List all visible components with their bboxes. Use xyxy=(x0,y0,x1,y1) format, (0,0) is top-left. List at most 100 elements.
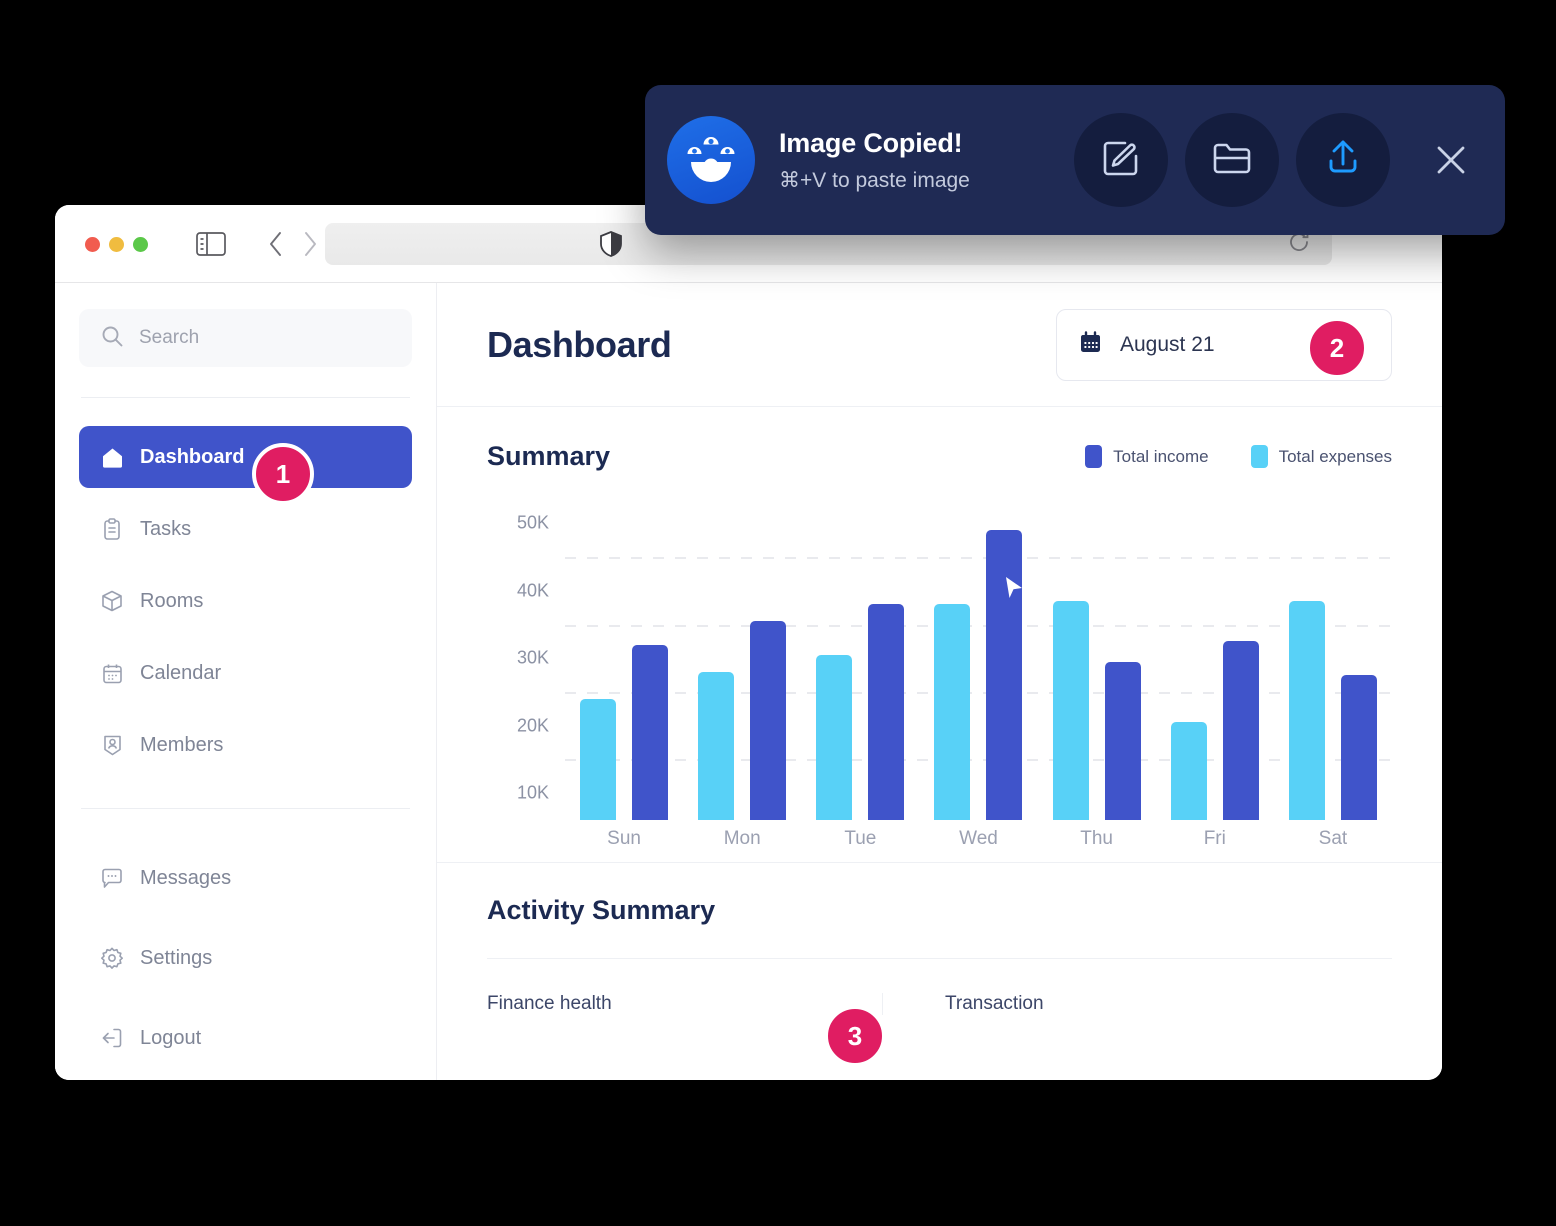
summary-title: Summary xyxy=(487,441,611,471)
y-axis-tick: 40K xyxy=(516,580,549,601)
calendar-icon xyxy=(101,662,123,684)
annotate-button[interactable] xyxy=(1074,113,1168,207)
window-traffic-lights xyxy=(85,236,148,252)
bar-income[interactable] xyxy=(750,621,787,820)
chart-x-axis: Sun Mon Tue Wed Thu Fri Sat xyxy=(565,828,1392,850)
folder-icon xyxy=(1212,140,1252,181)
search-input[interactable] xyxy=(139,327,390,349)
chevron-right-icon[interactable] xyxy=(303,231,318,257)
sidebar-item-members[interactable]: Members xyxy=(79,714,412,776)
bar-expenses[interactable] xyxy=(934,604,971,820)
bar-expenses[interactable] xyxy=(1170,722,1207,820)
y-axis-tick: 20K xyxy=(516,715,549,736)
main-content: Dashboard August 21 Summary Total income… xyxy=(437,283,1442,1080)
logout-icon xyxy=(101,1027,123,1049)
bar-expenses[interactable] xyxy=(698,671,735,820)
sidebar-toggle-icon[interactable] xyxy=(196,232,226,256)
x-axis-tick: Thu xyxy=(1080,828,1113,849)
bar-income[interactable] xyxy=(1104,661,1141,820)
sidebar-item-messages[interactable]: Messages xyxy=(79,847,412,909)
bar-chart: 10K 20K 30K 40K 50K Sun Mon Tue Wed Thu Fri Sat xyxy=(487,510,1392,862)
bar-expenses[interactable] xyxy=(1052,600,1089,820)
x-axis-tick: Mon xyxy=(723,828,761,849)
sidebar-item-label: Dashboard xyxy=(140,445,245,468)
close-icon[interactable] xyxy=(1431,140,1471,180)
bar-income[interactable] xyxy=(632,644,669,820)
bar-group xyxy=(1170,641,1259,820)
sidebar-item-settings[interactable]: Settings xyxy=(79,927,412,989)
sidebar-divider-bottom xyxy=(81,808,410,809)
sidebar-item-calendar[interactable]: Calendar xyxy=(79,642,412,704)
sidebar-item-label: Calendar xyxy=(140,661,222,684)
bar-expenses[interactable] xyxy=(816,654,853,820)
cube-icon xyxy=(101,590,123,612)
shield-icon[interactable] xyxy=(600,231,622,257)
sidebar: Dashboard Tasks xyxy=(55,283,437,1080)
legend-item-income[interactable]: Total income xyxy=(1085,445,1209,468)
chevron-left-icon[interactable] xyxy=(268,231,283,257)
chat-bubble-icon xyxy=(101,867,123,889)
step-badge-1[interactable]: 1 xyxy=(252,443,314,505)
screenshot-root: Dashboard Tasks xyxy=(0,0,1556,1226)
upload-arrow-icon xyxy=(1323,138,1363,183)
legend-item-expenses[interactable]: Total expenses xyxy=(1250,445,1392,468)
x-axis-tick: Tue xyxy=(844,828,877,849)
app-body: Dashboard Tasks xyxy=(55,283,1442,1080)
calendar-icon xyxy=(1079,330,1102,359)
search-box[interactable] xyxy=(79,309,412,367)
sidebar-primary-nav: Dashboard Tasks Rooms Calendar Members xyxy=(79,426,412,776)
toast-actions xyxy=(1074,113,1471,207)
bar-group xyxy=(934,530,1023,820)
toast-title: Image Copied! xyxy=(779,127,963,158)
sidebar-item-rooms[interactable]: Rooms xyxy=(79,570,412,632)
chart-y-axis: 10K 20K 30K 40K 50K xyxy=(487,510,549,820)
browser-nav-arrows xyxy=(268,231,318,257)
date-picker-label: August 21 xyxy=(1120,332,1215,356)
x-axis-tick: Sat xyxy=(1318,828,1348,849)
image-copied-toast: Image Copied! ⌘+V to paste image xyxy=(645,85,1505,235)
toast-text: Image Copied! ⌘+V to paste image xyxy=(779,128,1074,193)
activity-columns: Finance health Transaction xyxy=(487,959,1392,1015)
pencil-square-icon xyxy=(1101,138,1141,183)
save-to-folder-button[interactable] xyxy=(1185,113,1279,207)
bar-income[interactable] xyxy=(986,530,1023,820)
bar-income[interactable] xyxy=(1340,675,1377,820)
sidebar-divider-top xyxy=(81,397,410,398)
step-badge-2[interactable]: 2 xyxy=(1306,317,1368,379)
bar-income[interactable] xyxy=(1222,641,1259,820)
sidebar-item-dashboard[interactable]: Dashboard xyxy=(79,426,412,488)
summary-header: Summary Total income Total expenses xyxy=(487,441,1392,472)
bar-group xyxy=(816,604,905,820)
search-icon xyxy=(101,325,123,352)
y-axis-tick: 50K xyxy=(516,512,549,533)
x-axis-tick: Fri xyxy=(1203,828,1226,849)
sidebar-item-label: Rooms xyxy=(140,589,204,612)
bar-income[interactable] xyxy=(868,604,905,820)
member-badge-icon xyxy=(101,734,123,756)
page-title: Dashboard xyxy=(487,323,672,365)
activity-summary-card: Activity Summary Finance health Transact… xyxy=(437,863,1442,1015)
legend-swatch-expenses xyxy=(1250,445,1268,468)
sidebar-item-tasks[interactable]: Tasks xyxy=(79,498,412,560)
close-window-button[interactable] xyxy=(85,236,100,252)
gear-icon xyxy=(101,947,123,969)
bar-expenses[interactable] xyxy=(1288,600,1325,820)
y-axis-tick: 10K xyxy=(516,782,549,803)
browser-window: Dashboard Tasks xyxy=(55,205,1442,1080)
bar-expenses[interactable] xyxy=(580,698,617,820)
bar-group xyxy=(1052,600,1141,820)
chart-bars xyxy=(565,510,1392,820)
sidebar-item-label: Members xyxy=(140,733,224,756)
bar-group xyxy=(580,644,669,820)
sidebar-item-logout[interactable]: Logout xyxy=(79,1007,412,1069)
bar-group xyxy=(1288,600,1377,820)
sidebar-item-label: Settings xyxy=(140,946,213,969)
minimize-window-button[interactable] xyxy=(109,236,124,252)
step-badge-3[interactable]: 3 xyxy=(824,1005,886,1067)
sidebar-secondary-nav: Messages Settings Logout xyxy=(79,847,412,1069)
upload-button[interactable] xyxy=(1296,113,1390,207)
page-header: Dashboard August 21 xyxy=(437,283,1442,407)
zoom-window-button[interactable] xyxy=(133,236,148,252)
legend-label: Total income xyxy=(1113,446,1209,466)
activity-column-finance-health: Finance health xyxy=(487,993,883,1015)
